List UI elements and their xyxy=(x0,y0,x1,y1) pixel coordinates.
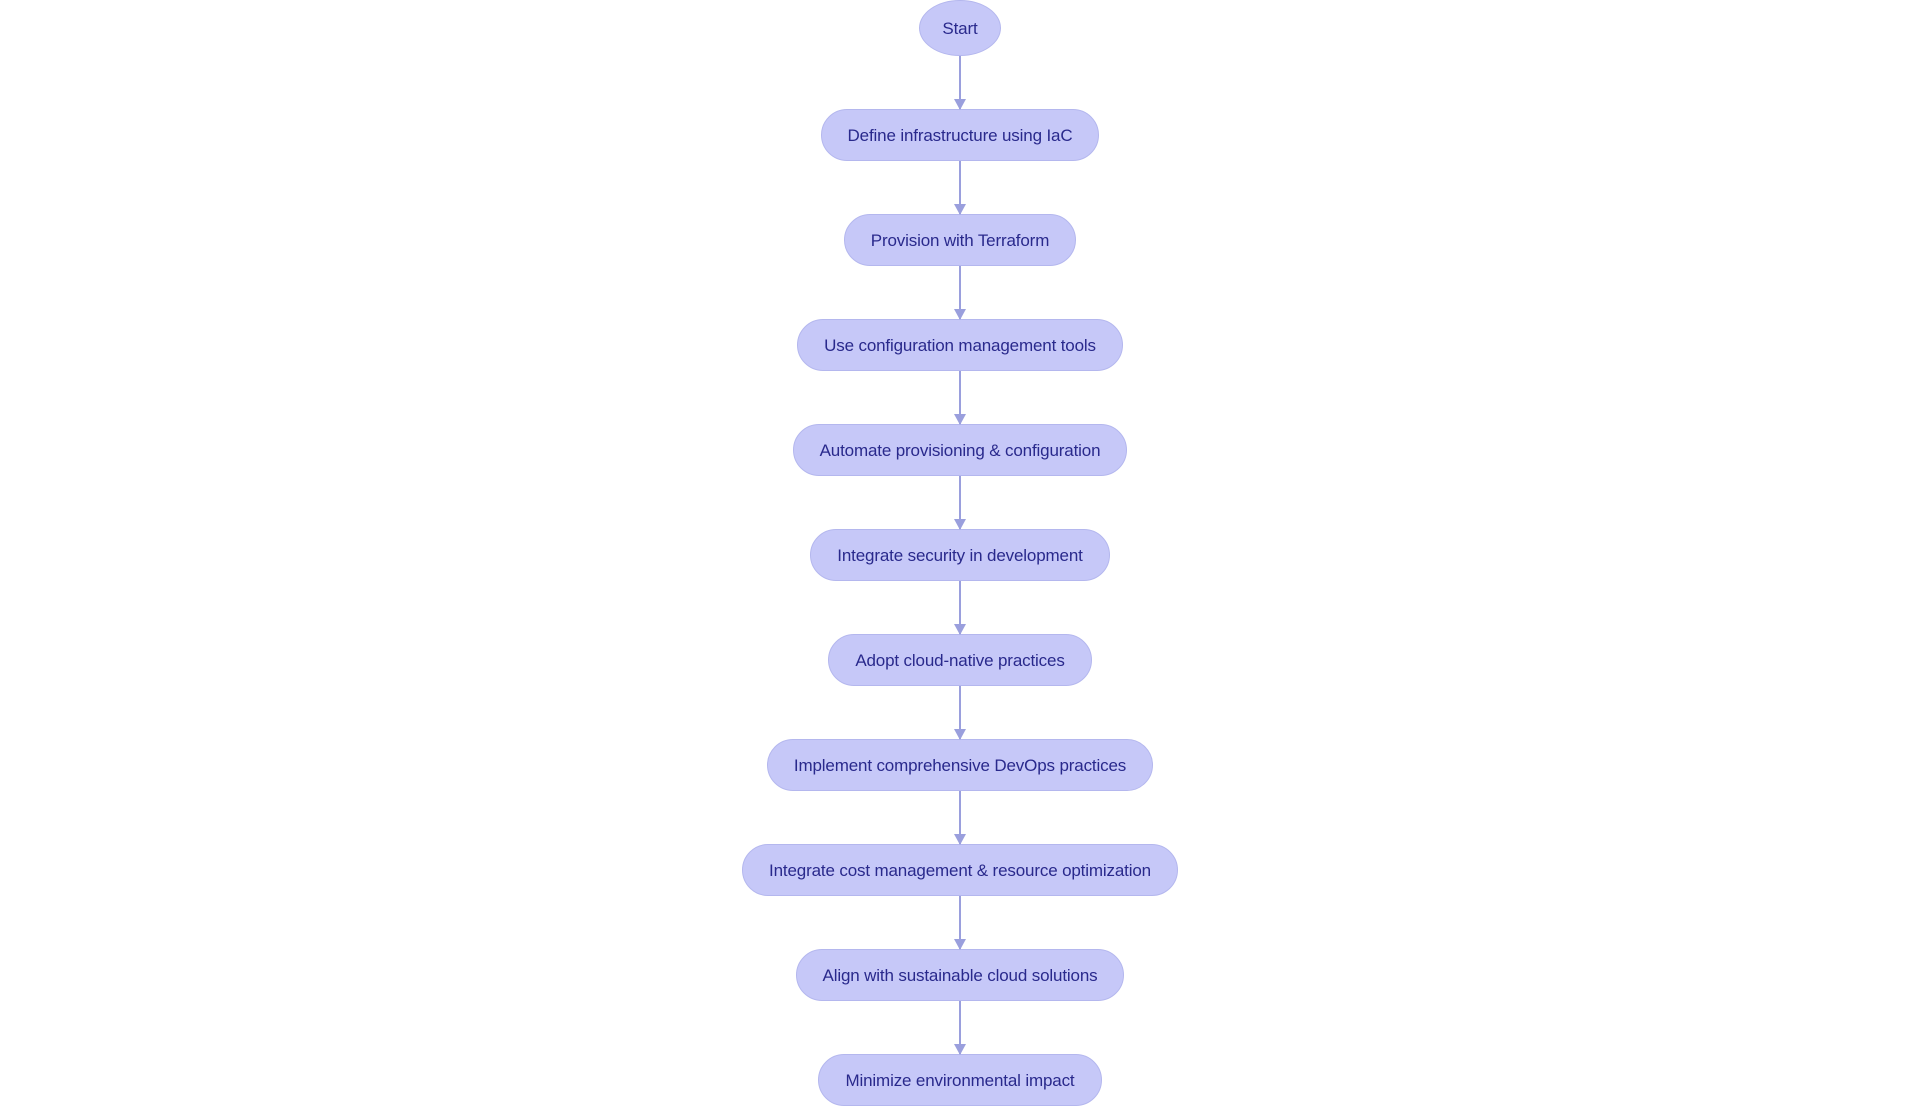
flow-edge-n2-to-n3 xyxy=(958,161,962,214)
flow-node-n10[interactable]: Align with sustainable cloud solutions xyxy=(795,949,1125,1001)
flow-node-label: Align with sustainable cloud solutions xyxy=(822,965,1098,985)
flow-node-label: Integrate cost management & resource opt… xyxy=(769,860,1151,880)
flow-node-n2[interactable]: Define infrastructure using IaC xyxy=(820,109,1100,161)
flow-node-label: Minimize environmental impact xyxy=(845,1070,1075,1090)
flow-node-n8[interactable]: Implement comprehensive DevOps practices xyxy=(766,739,1154,791)
flow-edge-n6-to-n7 xyxy=(958,581,962,634)
flow-edge-n5-to-n6 xyxy=(958,476,962,529)
flow-node-label: Start xyxy=(942,18,978,38)
flow-edge-n3-to-n4 xyxy=(958,266,962,319)
flow-node-label: Adopt cloud-native practices xyxy=(855,650,1065,670)
flow-edge-n4-to-n5 xyxy=(958,371,962,424)
flow-node-n9[interactable]: Integrate cost management & resource opt… xyxy=(742,844,1178,896)
flow-edge-n9-to-n10 xyxy=(958,896,962,949)
flow-node-n7[interactable]: Adopt cloud-native practices xyxy=(828,634,1092,686)
flow-edge-n1-to-n2 xyxy=(958,56,962,109)
flow-node-label: Provision with Terraform xyxy=(870,230,1050,250)
flow-node-label: Automate provisioning & configuration xyxy=(819,440,1101,460)
flow-node-label: Use configuration management tools xyxy=(824,335,1096,355)
flow-node-label: Integrate security in development xyxy=(837,545,1083,565)
flow-node-n11[interactable]: Minimize environmental impact xyxy=(818,1054,1102,1106)
flow-edge-n7-to-n8 xyxy=(958,686,962,739)
flow-node-n4[interactable]: Use configuration management tools xyxy=(797,319,1123,371)
flow-edge-n8-to-n9 xyxy=(958,791,962,844)
flow-node-label: Define infrastructure using IaC xyxy=(847,125,1073,145)
flow-node-n6[interactable]: Integrate security in development xyxy=(810,529,1110,581)
flow-node-n1[interactable]: Start xyxy=(919,0,1001,56)
flow-node-n5[interactable]: Automate provisioning & configuration xyxy=(792,424,1128,476)
flow-edge-n10-to-n11 xyxy=(958,1001,962,1054)
flowchart-canvas: Start Define infrastructure using IaC Prov… xyxy=(0,0,1920,1106)
flow-node-n3[interactable]: Provision with Terraform xyxy=(843,214,1077,266)
flowchart-node-column: Start Define infrastructure using IaC Prov… xyxy=(0,0,1920,1106)
flow-node-label: Implement comprehensive DevOps practices xyxy=(793,755,1127,775)
